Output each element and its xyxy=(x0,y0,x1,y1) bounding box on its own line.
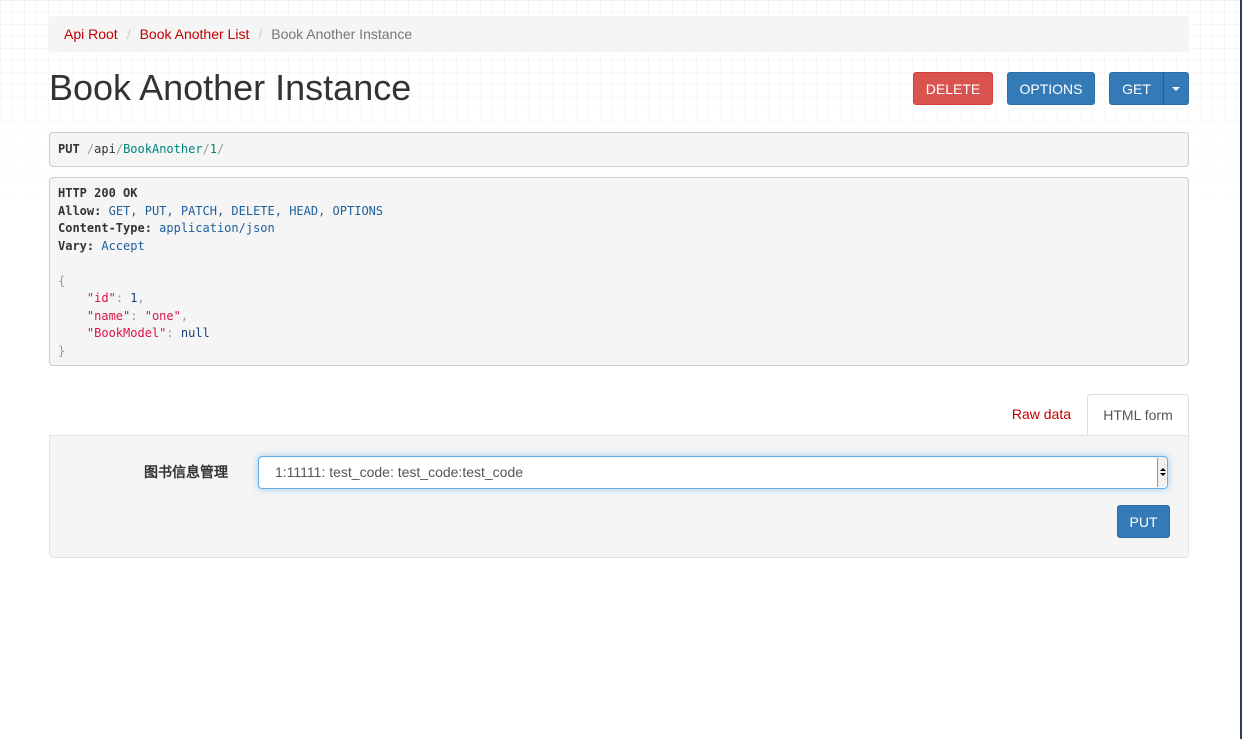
select-selected-value: 1:11111: test_code: test_code:test_code xyxy=(275,464,524,480)
request-method: PUT xyxy=(58,142,80,156)
options-button[interactable]: OPTIONS xyxy=(1007,72,1095,105)
json-key: "id" xyxy=(86,291,116,305)
path-separator: / xyxy=(115,142,124,156)
content-tabs: Raw data HTML form xyxy=(49,394,1189,436)
get-button[interactable]: GET xyxy=(1109,72,1164,105)
json-value: null xyxy=(180,326,210,340)
header-key: Vary: xyxy=(58,238,95,253)
breadcrumb-separator: / xyxy=(126,26,131,42)
tab-html-form[interactable]: HTML form xyxy=(1087,394,1189,436)
breadcrumb-separator: / xyxy=(258,26,263,42)
page-title: Book Another Instance xyxy=(49,67,412,108)
header-value: application/json xyxy=(159,221,275,235)
header-key: Content-Type: xyxy=(58,221,152,235)
book-model-select[interactable]: 1:11111: test_code: test_code:test_code xyxy=(258,456,1168,489)
caret-down-icon xyxy=(1172,86,1180,91)
response-info: HTTP 200 OK Allow: GET, PUT, PATCH, DELE… xyxy=(49,177,1189,366)
breadcrumb-book-another-list[interactable]: Book Another List xyxy=(140,26,250,42)
json-open-brace: { xyxy=(58,273,66,288)
request-info: PUT /api/BookAnother/1/ xyxy=(49,132,1189,167)
path-separator: / xyxy=(202,142,210,156)
json-key: "BookModel" xyxy=(86,326,167,340)
put-button[interactable]: PUT xyxy=(1117,505,1170,538)
response-status: HTTP 200 OK xyxy=(58,186,138,200)
tab-raw-data[interactable]: Raw data xyxy=(997,394,1086,436)
delete-button[interactable]: DELETE xyxy=(913,72,993,105)
get-format-dropdown-toggle[interactable] xyxy=(1163,72,1189,105)
html-form-panel: 图书信息管理 1:11111: test_code: test_code:tes… xyxy=(49,435,1189,558)
json-key: "name" xyxy=(86,308,131,323)
path-segment: api xyxy=(94,142,116,156)
header-value: GET, PUT, PATCH, DELETE, HEAD, OPTIONS xyxy=(108,203,384,218)
json-value: "one" xyxy=(144,308,181,323)
breadcrumb-api-root[interactable]: Api Root xyxy=(64,26,118,42)
path-segment: BookAnother xyxy=(123,142,203,156)
path-separator: / xyxy=(217,142,225,156)
breadcrumb-current: Book Another Instance xyxy=(271,26,413,42)
select-arrows-icon[interactable] xyxy=(1157,458,1166,487)
json-close-brace: } xyxy=(58,343,66,358)
path-segment: 1 xyxy=(209,142,218,156)
json-value: 1 xyxy=(130,291,138,305)
header-key: Allow: xyxy=(58,203,102,218)
header-value: Accept xyxy=(101,238,145,253)
book-info-label: 图书信息管理 xyxy=(144,464,228,480)
breadcrumb: Api Root / Book Another List / Book Anot… xyxy=(49,16,1189,52)
